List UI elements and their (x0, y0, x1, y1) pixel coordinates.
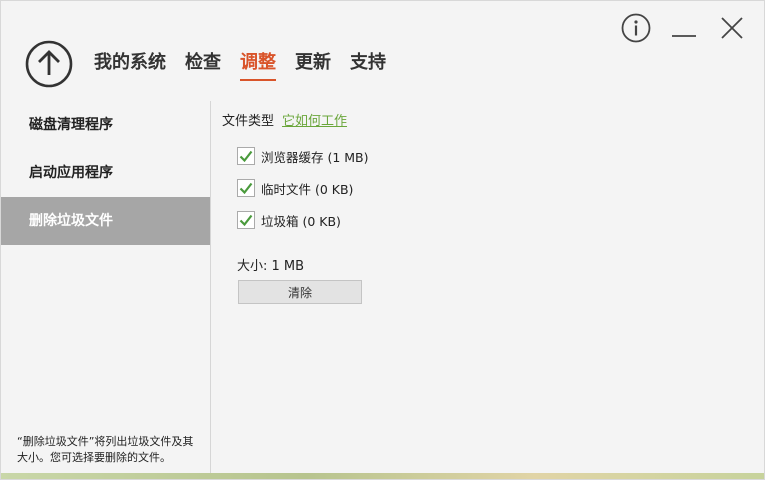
sidebar-item-disk-cleanup[interactable]: 磁盘清理程序 (1, 101, 210, 149)
total-size: 大小: 1 MB (237, 259, 305, 274)
clean-button[interactable]: 清除 (238, 280, 362, 304)
list-item: 临时文件 (0 KB) (237, 177, 764, 199)
file-type-label: 文件类型 (222, 114, 275, 129)
list-item: 浏览器缓存 (1 MB) (237, 145, 764, 167)
main-content: 文件类型 它如何工作 浏览器缓存 (1 MB) 临时文件 (0 KB) 垃圾箱 … (222, 110, 764, 304)
trash-checkbox[interactable] (237, 211, 255, 229)
list-item: 垃圾箱 (0 KB) (237, 209, 764, 231)
tab-tune[interactable]: 调整 (240, 51, 276, 81)
temp-files-label: 临时文件 (0 KB) (261, 181, 354, 197)
sidebar-item-delete-junk[interactable]: 删除垃圾文件 (1, 197, 210, 245)
temp-files-checkbox[interactable] (237, 179, 255, 197)
file-type-header: 文件类型 它如何工作 (222, 110, 764, 129)
app-window: 我的系统 检查 调整 更新 支持 磁盘清理程序 启动应用程序 删除垃圾文件 “删… (0, 0, 765, 480)
tab-check[interactable]: 检查 (185, 51, 221, 79)
file-type-list: 浏览器缓存 (1 MB) 临时文件 (0 KB) 垃圾箱 (0 KB) (237, 145, 764, 231)
tab-my-system[interactable]: 我的系统 (94, 51, 166, 79)
checkmark-icon (239, 150, 253, 163)
main-nav: 我的系统 检查 调整 更新 支持 (94, 51, 405, 81)
browser-cache-checkbox[interactable] (237, 147, 255, 165)
checkmark-icon (239, 182, 253, 195)
tab-support[interactable]: 支持 (350, 51, 386, 79)
checkmark-icon (239, 214, 253, 227)
close-button[interactable] (716, 12, 748, 44)
sidebar: 磁盘清理程序 启动应用程序 删除垃圾文件 “删除垃圾文件”将列出垃圾文件及其大小… (1, 101, 211, 475)
tab-update[interactable]: 更新 (295, 51, 331, 79)
minimize-icon (672, 35, 696, 37)
sidebar-item-startup-apps[interactable]: 启动应用程序 (1, 149, 210, 197)
close-icon (721, 17, 743, 39)
arrow-up-circle-icon (25, 40, 73, 88)
sidebar-description: “删除垃圾文件”将列出垃圾文件及其大小。您可选择要删除的文件。 (17, 435, 194, 464)
desktop-background-strip (1, 473, 764, 479)
trash-label: 垃圾箱 (0 KB) (261, 213, 341, 229)
info-icon (621, 13, 651, 43)
browser-cache-label: 浏览器缓存 (1 MB) (261, 149, 369, 165)
how-it-works-link[interactable]: 它如何工作 (282, 110, 347, 129)
minimize-button[interactable] (668, 12, 700, 44)
window-controls (604, 12, 748, 44)
info-button[interactable] (620, 12, 652, 44)
back-button[interactable] (25, 40, 73, 88)
